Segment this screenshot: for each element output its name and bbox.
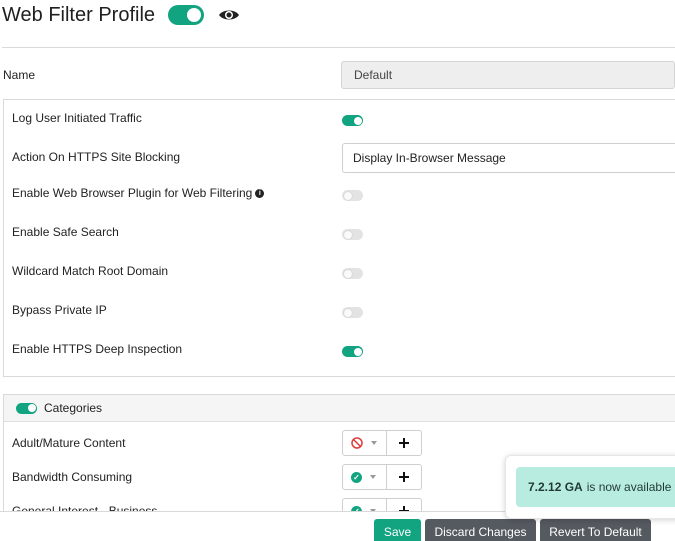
setting-label: Wildcard Match Root Domain xyxy=(12,264,169,278)
safe-search-toggle[interactable] xyxy=(342,229,363,240)
setting-row-safe-search: Enable Safe Search xyxy=(12,222,119,242)
https-deep-inspection-toggle[interactable] xyxy=(342,346,363,357)
save-button[interactable]: Save xyxy=(374,519,421,541)
plus-icon xyxy=(399,472,409,482)
setting-label: Enable Safe Search xyxy=(12,225,119,239)
categories-title: Categories xyxy=(44,401,103,415)
toggle-knob xyxy=(187,8,202,22)
log-user-traffic-toggle[interactable] xyxy=(342,115,363,126)
setting-row-wildcard-match: Wildcard Match Root Domain xyxy=(12,261,168,281)
name-row: Name Default xyxy=(3,61,675,89)
toggle-knob xyxy=(27,404,36,412)
category-action-dropdown[interactable]: ✓ xyxy=(342,464,387,490)
categories-toggle[interactable] xyxy=(16,402,37,414)
setting-label: Log User Initiated Traffic xyxy=(12,111,142,125)
name-field[interactable]: Default xyxy=(341,61,675,89)
setting-row-log-user-traffic: Log User Initiated Traffic xyxy=(12,108,142,128)
block-icon xyxy=(351,437,363,449)
toggle-knob xyxy=(343,269,352,278)
toast-version: 7.2.12 GA xyxy=(528,480,583,494)
setting-label: Enable HTTPS Deep Inspection xyxy=(12,342,183,356)
categories-header: Categories xyxy=(4,395,675,422)
setting-label: Action On HTTPS Site Blocking xyxy=(12,150,181,164)
plus-icon xyxy=(399,438,409,448)
add-exception-button[interactable] xyxy=(386,430,422,456)
page-header: Web Filter Profile xyxy=(2,0,240,30)
toggle-knob xyxy=(343,308,352,317)
revert-to-default-button[interactable]: Revert To Default xyxy=(540,519,651,541)
toggle-knob xyxy=(353,116,362,125)
setting-label: Enable Web Browser Plugin for Web Filter… xyxy=(12,186,253,200)
setting-label: Bypass Private IP xyxy=(12,303,107,317)
category-label: Adult/Mature Content xyxy=(12,436,126,450)
toggle-knob xyxy=(343,230,352,239)
chevron-down-icon xyxy=(371,441,377,445)
info-icon[interactable]: i xyxy=(255,188,265,198)
profile-enabled-toggle[interactable] xyxy=(168,5,205,25)
page-title: Web Filter Profile xyxy=(2,3,156,26)
toast-message: 7.2.12 GA is now available fo xyxy=(516,467,675,507)
setting-row-bypass-private-ip: Bypass Private IP xyxy=(12,300,107,320)
category-action-dropdown[interactable] xyxy=(342,430,387,456)
update-toast[interactable]: 7.2.12 GA is now available fo xyxy=(505,455,675,519)
check-circle-icon: ✓ xyxy=(351,471,362,483)
setting-row-https-deep-inspection: Enable HTTPS Deep Inspection xyxy=(12,339,182,359)
header-divider xyxy=(2,47,675,48)
name-label: Name xyxy=(3,68,36,82)
settings-panel: Log User Initiated Traffic Action On HTT… xyxy=(3,99,675,377)
browser-plugin-toggle[interactable] xyxy=(342,190,363,201)
category-row: Adult/Mature Content xyxy=(12,430,672,456)
add-exception-button[interactable] xyxy=(386,464,422,490)
chevron-down-icon xyxy=(370,475,376,479)
toast-text: is now available fo xyxy=(586,480,675,494)
wildcard-match-toggle[interactable] xyxy=(342,268,363,279)
bypass-private-ip-toggle[interactable] xyxy=(342,307,363,318)
eye-icon[interactable] xyxy=(218,5,240,25)
setting-row-https-action: Action On HTTPS Site Blocking xyxy=(12,147,180,167)
category-label: Bandwidth Consuming xyxy=(12,470,133,484)
discard-changes-button[interactable]: Discard Changes xyxy=(425,519,536,541)
toggle-knob xyxy=(353,347,362,356)
https-action-select[interactable]: Display In-Browser Message xyxy=(342,143,675,173)
setting-row-browser-plugin: Enable Web Browser Plugin for Web Filter… xyxy=(12,183,265,203)
toggle-knob xyxy=(343,191,352,200)
